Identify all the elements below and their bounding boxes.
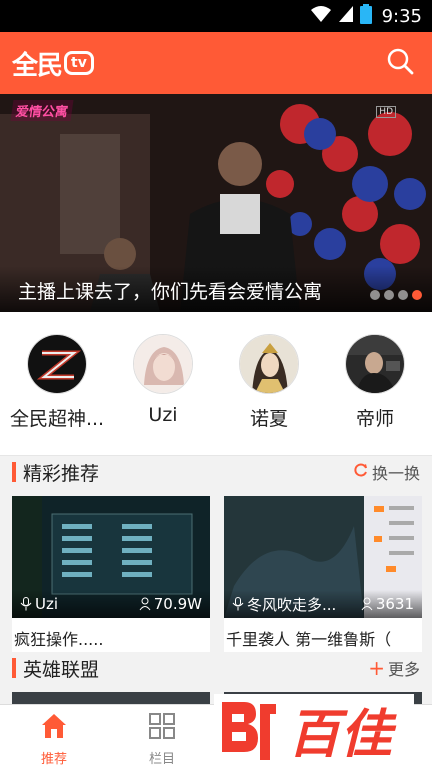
refresh-button[interactable]: 换一换 [353,460,420,484]
pager-dot[interactable] [398,290,408,300]
lol-title: 英雄联盟 [23,658,100,681]
more-label: 更多 [387,660,420,679]
banner-caption: 主播上课去了，你们先看会爱情公寓 [18,281,323,303]
video-card[interactable]: 冬风吹走多... 3631 千里袭人 第一维鲁斯（ [224,496,422,652]
nav-label: 栏目 [148,752,175,767]
nav-tab-columns[interactable]: 栏目 [108,705,216,768]
search-button[interactable] [384,47,416,79]
avatar [133,334,193,394]
show-logo-tag: 爱情公寓 [10,100,74,121]
lol-section-header: 英雄联盟 + 更多 [0,651,432,685]
app-logo[interactable]: 全民 tv [12,45,94,82]
logo-text: 全民 [12,50,63,81]
nav-tab-recommend[interactable]: 推荐 [0,705,108,768]
nav-label: 推荐 [40,752,67,767]
anchor-info: 冬风吹走多... [232,594,336,615]
streamer-item[interactable]: 诺夏 [219,334,319,455]
video-info-bar: Uzi 70.9W [12,590,210,618]
video-info-bar: 冬风吹走多... 3631 [224,590,422,618]
more-button[interactable]: + 更多 [368,656,420,680]
video-thumbnail: Uzi 70.9W [12,496,210,618]
streamer-item[interactable]: Uzi [113,334,213,455]
video-card[interactable]: Uzi 70.9W 疯狂操作..... [12,496,210,652]
video-title: 疯狂操作..... [14,630,104,649]
streamer-name: 帝师 [355,408,394,430]
corner-badge: HD [376,106,396,118]
streamer-name: 诺夏 [249,408,288,430]
avatar [239,334,299,394]
signal-icon [338,5,354,27]
viewer-info: 70.9W [139,595,202,613]
top-app-bar: 全民 tv [0,32,432,94]
avatar [27,334,87,394]
watermark-text: 百佳 [288,705,397,765]
mic-icon [232,597,244,611]
recommend-title: 精彩推荐 [23,462,100,485]
anchor-name: Uzi [35,595,59,613]
recommend-section-header: 精彩推荐 换一换 [0,455,432,489]
status-time: 9:35 [381,5,422,27]
featured-streamers: 全民超神... Uzi 诺夏 帝师 [0,312,432,456]
pager-dot[interactable] [384,290,394,300]
grid-icon [147,711,177,745]
plus-icon: + [368,656,385,680]
refresh-icon [353,462,369,482]
accent-bar [12,658,16,678]
viewer-count: 70.9W [153,595,202,613]
home-icon [39,711,69,745]
accent-bar [12,462,16,482]
logo-tv-badge: tv [64,51,94,75]
streamer-item[interactable]: 全民超神... [7,334,107,455]
section-title: 精彩推荐 [12,459,99,486]
battery-icon [359,4,372,28]
search-icon [386,47,414,79]
streamer-item[interactable]: 帝师 [325,334,425,455]
video-card-partial[interactable] [12,692,210,704]
viewer-count: 3631 [375,595,414,613]
banner-pager [370,290,422,300]
pager-dot[interactable] [370,290,380,300]
refresh-label: 换一换 [371,464,420,483]
status-bar: 9:35 [0,0,432,32]
mic-icon [20,597,32,611]
banner-carousel[interactable]: 爱情公寓 HD 主播上课去了，你们先看会爱情公寓 [0,94,432,312]
video-thumbnail: 冬风吹走多... 3631 [224,496,422,618]
user-icon [139,597,151,611]
pager-dot-active[interactable] [412,290,422,300]
recommend-cards: Uzi 70.9W 疯狂操作..... 冬风吹走多... 3631 千里袭人 第… [12,496,422,652]
avatar [345,334,405,394]
streamer-name: 全民超神... [9,408,105,430]
viewer-info: 3631 [361,595,414,613]
anchor-info: Uzi [20,595,58,613]
anchor-name: 冬风吹走多... [247,595,337,614]
section-title: 英雄联盟 [12,655,99,682]
streamer-name: Uzi [148,404,178,426]
user-icon [361,597,373,611]
watermark-logo: 百佳 [214,694,414,768]
wifi-icon [310,5,332,27]
video-title: 千里袭人 第一维鲁斯（ [226,630,392,649]
app-screen: 9:35 全民 tv 爱情公寓 HD 主播上课去了，你们先看会爱情公寓 全民超神… [0,0,432,768]
